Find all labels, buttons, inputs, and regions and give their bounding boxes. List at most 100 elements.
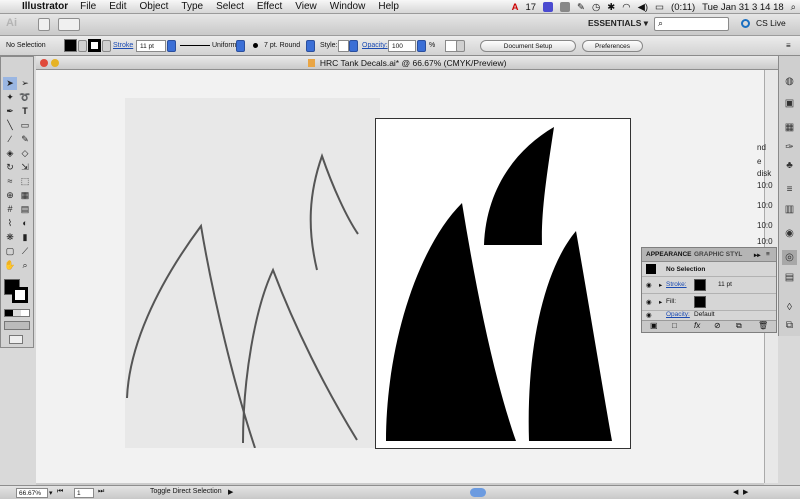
help-search-input[interactable]: ⌕ bbox=[654, 17, 729, 31]
time-machine-icon[interactable]: ◷ bbox=[592, 2, 600, 13]
stroke-attribute-weight[interactable]: 11 pt bbox=[718, 281, 732, 288]
visibility-eye-icon[interactable]: ◉ bbox=[646, 298, 652, 306]
fill-dropdown-arrow[interactable] bbox=[78, 40, 87, 52]
symbol-sprayer-tool-icon[interactable]: ❋ bbox=[3, 231, 17, 244]
panel-collapse-icon[interactable]: ▸▸ bbox=[754, 251, 761, 259]
expand-arrow-icon[interactable]: ▸ bbox=[659, 298, 662, 306]
perspective-grid-tool-icon[interactable]: ▦ bbox=[18, 189, 32, 202]
arrange-documents-button[interactable] bbox=[58, 18, 80, 31]
tab-appearance[interactable]: APPEARANCE bbox=[646, 251, 692, 258]
swatches-panel-icon[interactable]: ▦ bbox=[782, 120, 797, 135]
blob-brush-tool-icon[interactable]: ◈ bbox=[3, 147, 17, 160]
paintbrush-tool-icon[interactable]: ∕ bbox=[3, 133, 17, 146]
selection-tool-icon[interactable]: ➤ bbox=[3, 77, 17, 90]
slice-tool-icon[interactable]: ⟋ bbox=[18, 245, 32, 258]
direct-selection-tool-icon[interactable]: ➢ bbox=[18, 77, 32, 90]
menu-select[interactable]: Select bbox=[216, 1, 244, 12]
brush-definition[interactable]: 7 pt. Round bbox=[264, 42, 300, 49]
artboard-tool-icon[interactable]: ▢ bbox=[3, 245, 17, 258]
warp-tool-icon[interactable]: ≈ bbox=[3, 175, 17, 188]
opacity-dropdown[interactable] bbox=[417, 40, 426, 52]
fill-attribute-row[interactable]: ◉ ▸ Fill: bbox=[642, 294, 776, 311]
script-icon[interactable]: ✎ bbox=[577, 2, 585, 13]
workspace-switcher[interactable]: ESSENTIALS ▾ bbox=[588, 18, 648, 29]
panel-menu-icon[interactable]: ≡ bbox=[766, 251, 770, 258]
scroll-left-arrow[interactable]: ◀ bbox=[733, 488, 738, 496]
rotate-tool-icon[interactable]: ↻ bbox=[3, 161, 17, 174]
bluetooth-icon[interactable]: ✱ bbox=[607, 2, 615, 13]
zoom-level-input[interactable]: 66.67% bbox=[16, 488, 48, 498]
brush-dropdown[interactable] bbox=[306, 40, 315, 52]
screen-mode-button[interactable] bbox=[9, 335, 23, 344]
drawing-mode-buttons[interactable] bbox=[4, 321, 30, 330]
graphic-style-picker[interactable] bbox=[338, 40, 349, 52]
stroke-swatch[interactable] bbox=[88, 39, 101, 52]
document-setup-button[interactable]: Document Setup bbox=[480, 40, 576, 52]
hand-tool-icon[interactable]: ✋ bbox=[3, 259, 17, 272]
pencil-tool-icon[interactable]: ✎ bbox=[18, 133, 32, 146]
window-close-button[interactable] bbox=[40, 59, 48, 67]
clear-appearance-icon[interactable]: ⊘ bbox=[714, 321, 721, 330]
status-menu-arrow[interactable]: ▶ bbox=[228, 488, 233, 496]
type-tool-icon[interactable]: T bbox=[18, 105, 32, 118]
delete-item-icon[interactable]: 🗑 bbox=[758, 321, 768, 330]
lasso-tool-icon[interactable]: ➰ bbox=[18, 91, 32, 104]
stroke-attribute-row[interactable]: ◉ ▸ Stroke: 11 pt bbox=[642, 277, 776, 294]
brushes-panel-icon[interactable]: ✑ bbox=[782, 140, 797, 155]
stroke-dropdown-arrow[interactable] bbox=[102, 40, 111, 52]
stroke-weight-input[interactable]: 11 pt bbox=[136, 40, 166, 52]
opacity-attribute-link[interactable]: Opacity: bbox=[666, 311, 690, 318]
menu-edit[interactable]: Edit bbox=[109, 1, 126, 12]
stroke-link[interactable]: Stroke bbox=[113, 42, 133, 49]
graphic-styles-icon[interactable]: ▤ bbox=[782, 270, 797, 285]
stroke-profile[interactable]: Uniform bbox=[212, 42, 237, 49]
stroke-attribute-swatch[interactable] bbox=[694, 279, 706, 291]
volume-icon[interactable]: ◀) bbox=[638, 2, 648, 13]
artboard[interactable] bbox=[375, 118, 631, 449]
tab-graphic-styles[interactable]: GRAPHIC STYL bbox=[694, 251, 742, 258]
eyedropper-tool-icon[interactable]: ⌇ bbox=[3, 217, 17, 230]
fill-swatch[interactable] bbox=[64, 39, 77, 52]
gradient-panel-icon[interactable]: ▥ bbox=[782, 202, 797, 217]
style-dropdown[interactable] bbox=[349, 40, 358, 52]
horizontal-scroll-thumb[interactable] bbox=[470, 488, 486, 497]
appearance-panel-icon[interactable]: ◎ bbox=[782, 250, 797, 265]
artboard-number-input[interactable]: 1 bbox=[74, 488, 94, 498]
battery-icon[interactable]: ▭ bbox=[655, 2, 664, 13]
zoom-tool-icon[interactable]: ⌕ bbox=[18, 259, 32, 272]
adobe-icon[interactable]: A bbox=[512, 2, 519, 13]
duplicate-item-icon[interactable]: ⧉ bbox=[736, 321, 742, 331]
scale-tool-icon[interactable]: ⇲ bbox=[18, 161, 32, 174]
fill-attribute-swatch[interactable] bbox=[694, 296, 706, 308]
control-bar-menu-icon[interactable]: ≡ bbox=[786, 41, 791, 50]
add-fill-icon[interactable]: □ bbox=[672, 321, 677, 330]
add-effect-icon[interactable]: fx bbox=[694, 321, 700, 330]
cs-live-menu[interactable]: CS Live bbox=[756, 18, 786, 28]
menu-type[interactable]: Type bbox=[181, 1, 203, 12]
magic-wand-tool-icon[interactable]: ✦ bbox=[3, 91, 17, 104]
pen-tool-icon[interactable]: ✒ bbox=[3, 105, 17, 118]
shape-builder-tool-icon[interactable]: ⊕ bbox=[3, 189, 17, 202]
opacity-input[interactable]: 100 bbox=[388, 40, 416, 52]
recolor-dropdown[interactable] bbox=[456, 40, 465, 52]
wifi-icon[interactable]: ◠ bbox=[622, 2, 630, 13]
app-tray-icon-2[interactable] bbox=[560, 2, 571, 12]
stroke-color-swatch[interactable] bbox=[12, 287, 28, 303]
color-panel-icon[interactable]: ◍ bbox=[782, 74, 797, 89]
menu-window[interactable]: Window bbox=[330, 1, 366, 12]
window-minimize-button[interactable] bbox=[51, 59, 59, 67]
menu-view[interactable]: View bbox=[295, 1, 317, 12]
add-stroke-icon[interactable]: ▣ bbox=[650, 321, 658, 330]
app-menu[interactable]: Illustrator bbox=[22, 1, 68, 12]
zoom-dropdown-arrow[interactable]: ▾ bbox=[49, 489, 53, 497]
expand-arrow-icon[interactable]: ▸ bbox=[659, 281, 662, 289]
gradient-tool-icon[interactable]: ▤ bbox=[18, 203, 32, 216]
artboards-panel-icon[interactable]: ⧉ bbox=[782, 318, 797, 333]
visibility-eye-icon[interactable]: ◉ bbox=[646, 281, 652, 289]
bridge-button[interactable] bbox=[38, 18, 50, 31]
menu-help[interactable]: Help bbox=[378, 1, 399, 12]
transparency-panel-icon[interactable]: ◉ bbox=[782, 226, 797, 241]
app-tray-icon[interactable] bbox=[543, 2, 554, 12]
mesh-tool-icon[interactable]: # bbox=[3, 203, 17, 216]
profile-dropdown[interactable] bbox=[236, 40, 245, 52]
